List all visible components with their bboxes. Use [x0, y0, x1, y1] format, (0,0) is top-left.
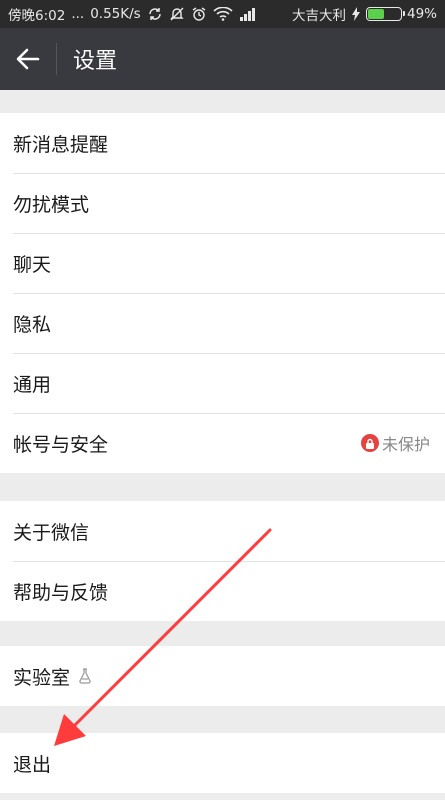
logout-button[interactable]: 退出 — [0, 733, 445, 793]
wifi-icon — [213, 7, 233, 21]
status-bar: 傍晚6:02 ... 0.55K/s 大吉大利 49% — [0, 0, 445, 28]
carrier-name: 大吉大利 — [291, 8, 346, 24]
protection-status-text: 未保护 — [381, 435, 430, 454]
settings-item-lab[interactable]: 实验室 — [0, 646, 445, 706]
settings-group-logout: 退出 — [0, 733, 445, 793]
status-dots: ... — [71, 6, 85, 22]
settings-item-label: 实验室 — [13, 666, 71, 689]
settings-item-about-wechat[interactable]: 关于微信 — [0, 501, 445, 561]
lab-flask-icon — [78, 668, 92, 684]
header-divider — [56, 43, 57, 75]
settings-item-label: 新消息提醒 — [13, 133, 109, 156]
settings-item-new-message-alerts[interactable]: 新消息提醒 — [0, 113, 445, 173]
settings-item-do-not-disturb[interactable]: 勿扰模式 — [0, 173, 445, 233]
settings-item-account-security[interactable]: 帐号与安全 未保护 — [0, 413, 445, 473]
back-arrow-icon — [16, 48, 40, 70]
settings-item-label: 聊天 — [13, 253, 52, 276]
app-header: 设置 — [0, 28, 445, 90]
charging-icon — [351, 7, 360, 21]
account-protection-status: 未保护 — [360, 431, 430, 455]
settings-item-label: 帮助与反馈 — [13, 581, 109, 604]
status-time: 傍晚6:02 — [8, 8, 66, 24]
battery-icon — [365, 7, 405, 21]
settings-item-chat[interactable]: 聊天 — [0, 233, 445, 293]
settings-item-help-feedback[interactable]: 帮助与反馈 — [0, 561, 445, 621]
settings-item-label: 勿扰模式 — [13, 193, 90, 216]
settings-group-main: 新消息提醒 勿扰模式 聊天 隐私 通用 帐号与安全 未保护 — [0, 113, 445, 473]
settings-item-label: 帐号与安全 — [13, 433, 109, 456]
page-title: 设置 — [73, 49, 118, 74]
signal-icon — [239, 7, 257, 21]
settings-item-general[interactable]: 通用 — [0, 353, 445, 413]
back-button[interactable] — [0, 28, 56, 90]
settings-item-privacy[interactable]: 隐私 — [0, 293, 445, 353]
settings-group-about: 关于微信 帮助与反馈 — [0, 501, 445, 621]
settings-group-lab: 实验室 — [0, 646, 445, 706]
alarm-icon — [191, 6, 207, 22]
battery-percent: 49% — [406, 6, 437, 22]
settings-item-label: 关于微信 — [13, 521, 90, 544]
mute-icon — [169, 6, 185, 22]
lock-icon — [360, 434, 379, 452]
logout-label: 退出 — [13, 753, 52, 776]
settings-item-label: 隐私 — [13, 313, 52, 336]
settings-item-label: 通用 — [13, 373, 52, 396]
sync-icon — [147, 6, 163, 22]
network-speed: 0.55K/s — [90, 6, 141, 22]
